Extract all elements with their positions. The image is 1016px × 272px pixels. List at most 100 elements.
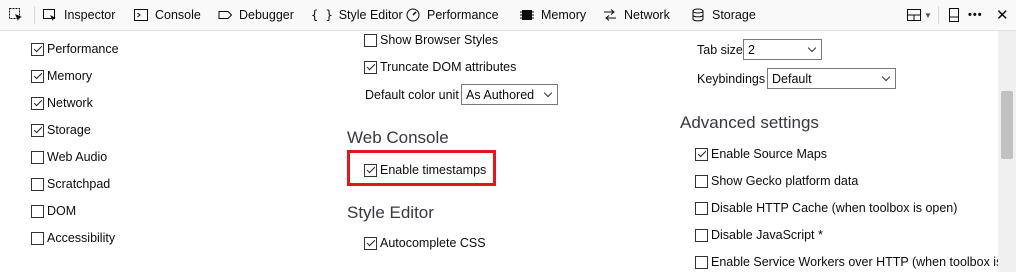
truncate-dom-option[interactable]: Truncate DOM attributes (364, 58, 516, 76)
console-icon (133, 7, 149, 23)
tab-storage[interactable]: Storage (690, 0, 756, 30)
keybindings-value: Default (772, 71, 812, 86)
tab-console[interactable]: Console (133, 0, 201, 30)
more-icon: ••• (968, 9, 983, 21)
keybindings-select[interactable]: Default (767, 68, 896, 89)
tool-option[interactable]: Memory (31, 67, 92, 85)
settings-scrollbar[interactable] (998, 31, 1016, 272)
tool-option[interactable]: Performance (31, 40, 119, 58)
close-icon: ✕ (996, 7, 1009, 24)
tool-label: Performance (47, 42, 119, 56)
tool-option[interactable]: Storage (31, 121, 91, 139)
autocomplete-css-label: Autocomplete CSS (380, 236, 486, 250)
performance-icon (405, 7, 421, 23)
tab-size-value: 2 (748, 42, 755, 57)
tool-label: Scratchpad (47, 177, 111, 191)
chevron-down-icon: ▼ (924, 10, 932, 20)
tool-checkbox[interactable] (31, 231, 44, 245)
advanced-setting-option[interactable]: Disable JavaScript * (695, 226, 823, 244)
keybindings-label: Keybindings (697, 72, 766, 86)
advanced-setting-option[interactable]: Enable Source Maps (695, 145, 827, 163)
tab-inspector[interactable]: Inspector (42, 0, 115, 30)
advanced-setting-label: Disable HTTP Cache (when toolbox is open… (711, 201, 958, 215)
tab-inspector-label: Inspector (64, 8, 116, 22)
advanced-setting-label: Enable Service Workers over HTTP (when t… (711, 255, 1003, 269)
tab-storage-label: Storage (712, 8, 756, 22)
autocomplete-css-option[interactable]: Autocomplete CSS (364, 234, 486, 252)
devtools-toolbar: Inspector Console Debugger { } Style Edi… (0, 0, 1016, 31)
advanced-setting-checkbox[interactable] (695, 255, 708, 269)
dock-options-button[interactable]: ▼ (906, 0, 932, 30)
show-browser-styles-checkbox[interactable] (364, 33, 377, 47)
tool-label: Memory (47, 69, 93, 83)
tab-size-label: Tab size (697, 43, 743, 57)
truncate-dom-checkbox[interactable] (364, 60, 377, 74)
tab-memory[interactable]: Memory (519, 0, 586, 30)
color-unit-select[interactable]: As Authored (461, 84, 558, 105)
advanced-setting-option[interactable]: Enable Service Workers over HTTP (when t… (695, 253, 1002, 271)
tool-option[interactable]: DOM (31, 202, 76, 220)
more-options-button[interactable]: ••• (968, 0, 983, 30)
show-browser-styles-option[interactable]: Show Browser Styles (364, 31, 498, 49)
dock-layout-icon (906, 7, 922, 23)
tab-memory-label: Memory (541, 8, 587, 22)
advanced-setting-label: Disable JavaScript * (711, 228, 823, 242)
chevron-down-icon (543, 88, 553, 98)
toolbar-separator (34, 6, 35, 24)
advanced-setting-checkbox[interactable] (695, 174, 708, 188)
truncate-dom-label: Truncate DOM attributes (380, 60, 517, 74)
tool-option[interactable]: Web Audio (31, 148, 107, 166)
separate-window-button[interactable] (946, 0, 962, 30)
tool-checkbox[interactable] (31, 42, 44, 56)
web-console-heading: Web Console (347, 128, 449, 147)
advanced-setting-label: Enable Source Maps (711, 147, 828, 161)
style-editor-icon: { } (311, 8, 333, 22)
tool-label: Accessibility (47, 231, 116, 245)
network-icon (602, 7, 618, 23)
inspector-icon (42, 7, 58, 23)
tab-debugger[interactable]: Debugger (217, 0, 294, 30)
element-picker-button[interactable] (8, 0, 30, 30)
advanced-setting-checkbox[interactable] (695, 201, 708, 215)
advanced-setting-option[interactable]: Show Gecko platform data (695, 172, 858, 190)
tool-label: Network (47, 96, 93, 110)
debugger-icon (217, 7, 233, 23)
toolbar-separator (938, 6, 939, 24)
tab-network-label: Network (624, 8, 670, 22)
tab-performance[interactable]: Performance (405, 0, 499, 30)
tool-label: Web Audio (47, 150, 108, 164)
advanced-settings-heading: Advanced settings (680, 113, 819, 132)
tab-console-label: Console (155, 8, 201, 22)
color-unit-label: Default color unit (365, 88, 459, 102)
tool-option[interactable]: Accessibility (31, 229, 115, 247)
chevron-down-icon (881, 72, 891, 82)
tool-checkbox[interactable] (31, 123, 44, 137)
autocomplete-css-checkbox[interactable] (364, 236, 377, 250)
close-toolbox-button[interactable]: ✕ (996, 0, 1009, 30)
tool-checkbox[interactable] (31, 204, 44, 218)
show-browser-styles-label: Show Browser Styles (380, 33, 499, 47)
tool-option[interactable]: Scratchpad (31, 175, 110, 193)
color-unit-value: As Authored (466, 87, 535, 102)
scrollbar-thumb[interactable] (1001, 91, 1013, 159)
tool-checkbox[interactable] (31, 150, 44, 164)
tab-style-editor[interactable]: { } Style Editor (311, 0, 403, 30)
tab-network[interactable]: Network (602, 0, 670, 30)
tool-option[interactable]: Network (31, 94, 93, 112)
tool-checkbox[interactable] (31, 96, 44, 110)
tool-checkbox[interactable] (31, 177, 44, 191)
chevron-down-icon (807, 43, 817, 53)
storage-icon (690, 7, 706, 23)
style-editor-heading: Style Editor (347, 203, 434, 222)
advanced-setting-option[interactable]: Disable HTTP Cache (when toolbox is open… (695, 199, 957, 217)
advanced-setting-label: Show Gecko platform data (711, 174, 859, 188)
tab-size-select[interactable]: 2 (743, 39, 822, 60)
tool-checkbox[interactable] (31, 69, 44, 83)
tool-label: DOM (47, 204, 77, 218)
advanced-setting-checkbox[interactable] (695, 147, 708, 161)
advanced-setting-checkbox[interactable] (695, 228, 708, 242)
tool-label: Storage (47, 123, 91, 137)
memory-icon (519, 7, 535, 23)
tab-style-editor-label: Style Editor (338, 8, 403, 22)
tab-performance-label: Performance (427, 8, 499, 22)
